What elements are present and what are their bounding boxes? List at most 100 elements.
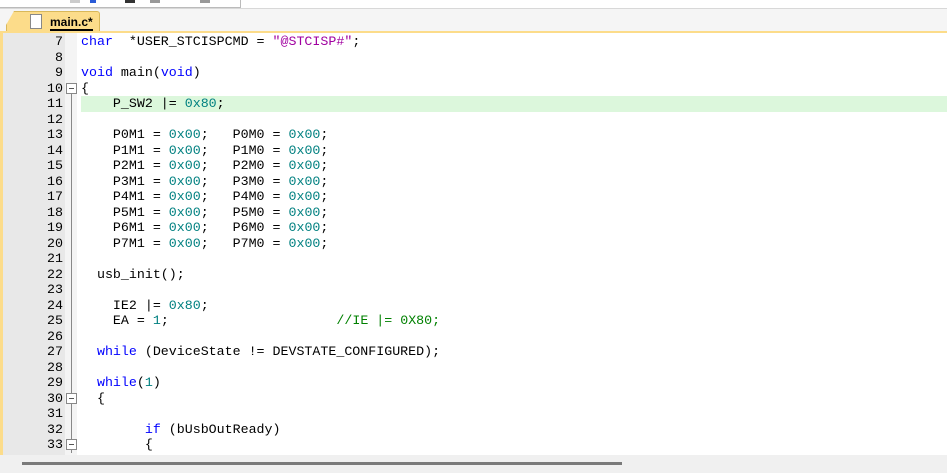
file-icon: [30, 14, 42, 29]
code-text: {: [81, 437, 153, 453]
toolbar-button[interactable]: [125, 0, 135, 3]
code-text: IE2 |= 0x80;: [81, 298, 209, 314]
fold-collapse-icon[interactable]: [66, 82, 77, 94]
code-token: ; P7M0 =: [200, 235, 289, 251]
code-text: P_SW2 |= 0x80;: [81, 96, 947, 112]
code-token: ;: [320, 220, 329, 235]
code-line[interactable]: 14 P1M1 = 0x00; P1M0 = 0x00;: [3, 143, 947, 159]
number-literal: 0x00: [168, 142, 201, 158]
code-token: {: [81, 80, 89, 96]
line-number: 12: [47, 111, 63, 127]
code-text: usb_init();: [81, 267, 185, 283]
code-token: ;: [320, 235, 329, 251]
code-line[interactable]: 10 {: [3, 81, 947, 97]
code-line[interactable]: 29 while(1): [3, 375, 947, 391]
code-token: (: [136, 375, 145, 390]
line-number: 9: [55, 65, 63, 80]
fold-collapse-icon[interactable]: [66, 392, 77, 404]
code-text: {: [81, 391, 105, 407]
code-token: ;: [320, 127, 329, 142]
code-line[interactable]: 15 P2M1 = 0x00; P2M0 = 0x00;: [3, 158, 947, 174]
line-number: 30: [47, 390, 63, 406]
keyword: if: [81, 421, 161, 437]
code-line[interactable]: 27 while (DeviceState != DEVSTATE_CONFIG…: [3, 344, 947, 360]
scrollbar-thumb[interactable]: [22, 462, 622, 465]
string-literal: "@STCISP#": [272, 34, 353, 49]
code-line[interactable]: 20 P7M1 = 0x00; P7M0 = 0x00;: [3, 236, 947, 252]
code-token: ; P5M0 =: [200, 204, 289, 220]
number-literal: 0x00: [288, 173, 321, 189]
code-line[interactable]: 18 P5M1 = 0x00; P5M0 = 0x00;: [3, 205, 947, 221]
number-literal: 0x80: [184, 96, 217, 111]
number-literal: 0x00: [168, 235, 201, 251]
code-token: P7M1 =: [81, 235, 169, 251]
line-number: 18: [47, 204, 63, 220]
number-literal: 1: [152, 313, 161, 328]
code-line[interactable]: 30 {: [3, 391, 947, 407]
code-token: ; P0M0 =: [200, 127, 289, 142]
code-line[interactable]: 19 P6M1 = 0x00; P6M0 = 0x00;: [3, 220, 947, 236]
code-token: {: [81, 437, 153, 452]
code-line[interactable]: 12: [3, 112, 947, 128]
code-line[interactable]: 9 void main(void): [3, 65, 947, 81]
code-token: P0M1 =: [81, 127, 169, 142]
line-number: 29: [47, 375, 63, 390]
code-line[interactable]: 8: [3, 50, 947, 66]
number-literal: 1: [144, 375, 153, 390]
tab-main-c[interactable]: main.c*: [6, 11, 100, 32]
line-number: 11: [47, 96, 63, 111]
toolbar-button[interactable]: [70, 0, 80, 3]
code-text: P0M1 = 0x00; P0M0 = 0x00;: [81, 127, 328, 143]
fold-collapse-icon[interactable]: [66, 439, 77, 450]
keyword: void: [81, 65, 113, 80]
horizontal-scrollbar[interactable]: [0, 455, 947, 473]
keyword: char: [81, 34, 113, 49]
toolbar-group: [0, 0, 241, 8]
code-line[interactable]: 25 EA = 1; //IE |= 0X80;: [3, 313, 947, 329]
keyword: while: [81, 375, 137, 390]
code-token: P3M1 =: [81, 173, 169, 189]
code-text: while(1): [81, 375, 161, 391]
code-line[interactable]: 28: [3, 360, 947, 376]
code-text: EA = 1; //IE |= 0X80;: [81, 313, 440, 329]
number-literal: 0x00: [168, 158, 201, 173]
code-line[interactable]: 23: [3, 282, 947, 298]
line-number: 24: [47, 297, 63, 313]
toolbar-button[interactable]: [200, 0, 210, 3]
code-token: P5M1 =: [81, 204, 169, 220]
code-token: P_SW2 |=: [81, 96, 185, 111]
line-number: 14: [47, 142, 63, 158]
code-line[interactable]: 16 P3M1 = 0x00; P3M0 = 0x00;: [3, 174, 947, 190]
code-text: while (DeviceState != DEVSTATE_CONFIGURE…: [81, 344, 440, 360]
code-text: P7M1 = 0x00; P7M0 = 0x00;: [81, 236, 328, 252]
line-number: 27: [47, 344, 63, 359]
code-token: ;: [320, 158, 329, 173]
code-line[interactable]: 24 IE2 |= 0x80;: [3, 298, 947, 314]
code-token: ;: [200, 297, 209, 313]
code-token: main(: [112, 65, 161, 80]
code-token: ;: [320, 142, 329, 158]
code-line[interactable]: 7 char *USER_STCISPCMD = "@STCISP#";: [3, 34, 947, 50]
code-line[interactable]: 26: [3, 329, 947, 345]
code-line[interactable]: 17 P4M1 = 0x00; P4M0 = 0x00;: [3, 189, 947, 205]
code-line[interactable]: 33 {: [3, 437, 947, 453]
code-text: P1M1 = 0x00; P1M0 = 0x00;: [81, 143, 328, 159]
code-line[interactable]: 13 P0M1 = 0x00; P0M0 = 0x00;: [3, 127, 947, 143]
code-line[interactable]: 21: [3, 251, 947, 267]
toolbar-button[interactable]: [90, 0, 96, 3]
line-number: 8: [55, 49, 63, 65]
code-token: P2M1 =: [81, 158, 169, 173]
toolbar-button[interactable]: [150, 0, 160, 3]
code-line[interactable]: 22 usb_init();: [3, 267, 947, 283]
code-token: *USER_STCISPCMD =: [112, 34, 273, 49]
number-literal: 0x00: [288, 220, 321, 235]
code-line[interactable]: 11 P_SW2 |= 0x80;: [3, 96, 947, 112]
code-token: ; P4M0 =: [200, 189, 289, 204]
number-literal: 0x00: [288, 189, 321, 204]
code-token: P1M1 =: [81, 142, 169, 158]
code-editor[interactable]: 7 char *USER_STCISPCMD = "@STCISP#"; 8 9 vo…: [0, 31, 947, 455]
code-line[interactable]: 32 if (bUsbOutReady): [3, 422, 947, 438]
code-line[interactable]: 31: [3, 406, 947, 422]
